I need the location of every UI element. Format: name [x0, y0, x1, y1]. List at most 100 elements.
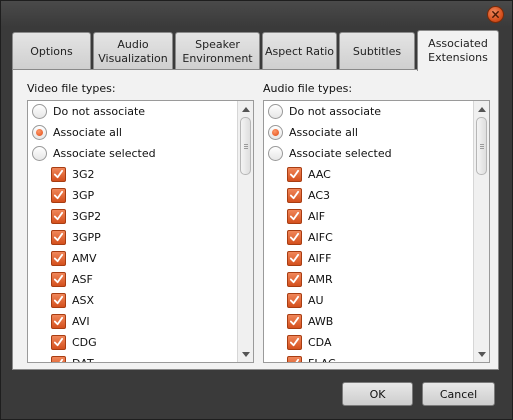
checkbox[interactable]	[51, 272, 66, 287]
checkmark-icon	[289, 274, 300, 284]
scroll-thumb[interactable]	[476, 117, 487, 175]
checkbox[interactable]	[51, 230, 66, 245]
checkbox[interactable]	[51, 251, 66, 266]
extension-item[interactable]: 3GPP	[28, 227, 237, 248]
extension-label: ASX	[72, 294, 95, 307]
checkbox[interactable]	[287, 230, 302, 245]
checkmark-icon	[59, 358, 64, 362]
extension-item[interactable]: CDA	[264, 332, 473, 353]
radio-button[interactable]	[32, 125, 47, 140]
radio-button[interactable]	[268, 104, 283, 119]
settings-dialog: Options Audio Visualization Speaker Envi…	[0, 0, 513, 420]
audio-file-types-list[interactable]: Do not associate Associate all Associate s…	[263, 100, 490, 363]
checkbox[interactable]	[287, 314, 302, 329]
tab-associated-extensions[interactable]: Associated Extensions	[417, 30, 499, 71]
radio-option[interactable]: Do not associate	[28, 101, 237, 122]
extension-item[interactable]: DAT	[28, 353, 237, 362]
checkbox[interactable]	[287, 356, 302, 362]
extension-label: AVI	[72, 315, 90, 328]
extension-item[interactable]: AIF	[264, 206, 473, 227]
video-file-types-list[interactable]: Do not associate Associate all Associate s…	[27, 100, 254, 363]
extension-item[interactable]: AMV	[28, 248, 237, 269]
extension-item[interactable]: AIFF	[264, 248, 473, 269]
extension-label: AIFC	[308, 231, 333, 244]
checkbox[interactable]	[287, 272, 302, 287]
checkmark-icon	[53, 274, 64, 284]
radio-option[interactable]: Associate all	[264, 122, 473, 143]
radio-button[interactable]	[268, 146, 283, 161]
audio-scrollbar[interactable]	[473, 101, 489, 362]
scroll-thumb[interactable]	[240, 117, 251, 175]
scroll-down-arrow[interactable]	[474, 347, 489, 361]
checkmark-icon	[53, 253, 64, 263]
checkbox[interactable]	[287, 251, 302, 266]
video-file-types-label: Video file types:	[27, 82, 116, 95]
extension-item[interactable]: CDG	[28, 332, 237, 353]
scroll-up-arrow[interactable]	[238, 102, 253, 116]
radio-button[interactable]	[32, 104, 47, 119]
extension-item[interactable]: AWB	[264, 311, 473, 332]
checkmark-icon	[295, 358, 300, 362]
radio-option[interactable]: Associate selected	[264, 143, 473, 164]
checkbox[interactable]	[51, 335, 66, 350]
extension-item[interactable]: 3GP	[28, 185, 237, 206]
tab-bar: Options Audio Visualization Speaker Envi…	[12, 30, 499, 71]
checkmark-icon	[53, 232, 64, 242]
extension-label: DAT	[72, 357, 94, 362]
checkbox[interactable]	[51, 314, 66, 329]
extension-label: AMR	[308, 273, 333, 286]
extension-item[interactable]: 3GP2	[28, 206, 237, 227]
extension-label: AMV	[72, 252, 97, 265]
checkbox[interactable]	[51, 188, 66, 203]
extension-item[interactable]: AU	[264, 290, 473, 311]
checkmark-icon	[289, 190, 300, 200]
extension-item[interactable]: ASF	[28, 269, 237, 290]
checkbox[interactable]	[51, 209, 66, 224]
checkbox[interactable]	[287, 209, 302, 224]
grip-line	[480, 144, 484, 145]
extension-item[interactable]: 3G2	[28, 164, 237, 185]
tab-subtitles[interactable]: Subtitles	[339, 32, 415, 70]
extension-item[interactable]: AAC	[264, 164, 473, 185]
scroll-down-arrow[interactable]	[238, 347, 253, 361]
tab-aspect-ratio[interactable]: Aspect Ratio	[262, 32, 337, 70]
extension-item[interactable]: FLAC	[264, 353, 473, 362]
checkbox[interactable]	[51, 356, 66, 362]
extension-label: AU	[308, 294, 324, 307]
extension-item[interactable]: AVI	[28, 311, 237, 332]
checkbox[interactable]	[51, 167, 66, 182]
checkmark-icon	[289, 211, 300, 221]
tab-audio-visualization[interactable]: Audio Visualization	[93, 32, 173, 70]
extension-item[interactable]: AMR	[264, 269, 473, 290]
video-scrollbar[interactable]	[237, 101, 253, 362]
radio-label: Associate selected	[53, 147, 156, 160]
radio-option[interactable]: Associate all	[28, 122, 237, 143]
checkmark-icon	[289, 169, 300, 179]
scroll-up-arrow[interactable]	[474, 102, 489, 116]
extension-label: FLAC	[308, 357, 336, 362]
checkbox[interactable]	[287, 335, 302, 350]
radio-option[interactable]: Do not associate	[264, 101, 473, 122]
ok-button[interactable]: OK	[342, 382, 413, 406]
checkbox[interactable]	[287, 188, 302, 203]
radio-option[interactable]: Associate selected	[28, 143, 237, 164]
extension-item[interactable]: ASX	[28, 290, 237, 311]
checkbox[interactable]	[287, 167, 302, 182]
radio-button[interactable]	[32, 146, 47, 161]
close-button[interactable]	[487, 6, 504, 23]
checkmark-icon	[289, 316, 300, 326]
checkbox[interactable]	[51, 293, 66, 308]
tab-speaker-environment[interactable]: Speaker Environment	[175, 32, 260, 70]
tab-options[interactable]: Options	[12, 32, 91, 70]
radio-button[interactable]	[268, 125, 283, 140]
extension-item[interactable]: AC3	[264, 185, 473, 206]
extension-label: ASF	[72, 273, 93, 286]
radio-label: Do not associate	[289, 105, 382, 118]
extension-label: AWB	[308, 315, 334, 328]
extension-label: AAC	[308, 168, 331, 181]
checkbox[interactable]	[287, 293, 302, 308]
extension-item[interactable]: AIFC	[264, 227, 473, 248]
title-bar[interactable]	[1, 1, 512, 27]
cancel-button[interactable]: Cancel	[422, 382, 495, 406]
chevron-up-icon	[241, 106, 250, 112]
